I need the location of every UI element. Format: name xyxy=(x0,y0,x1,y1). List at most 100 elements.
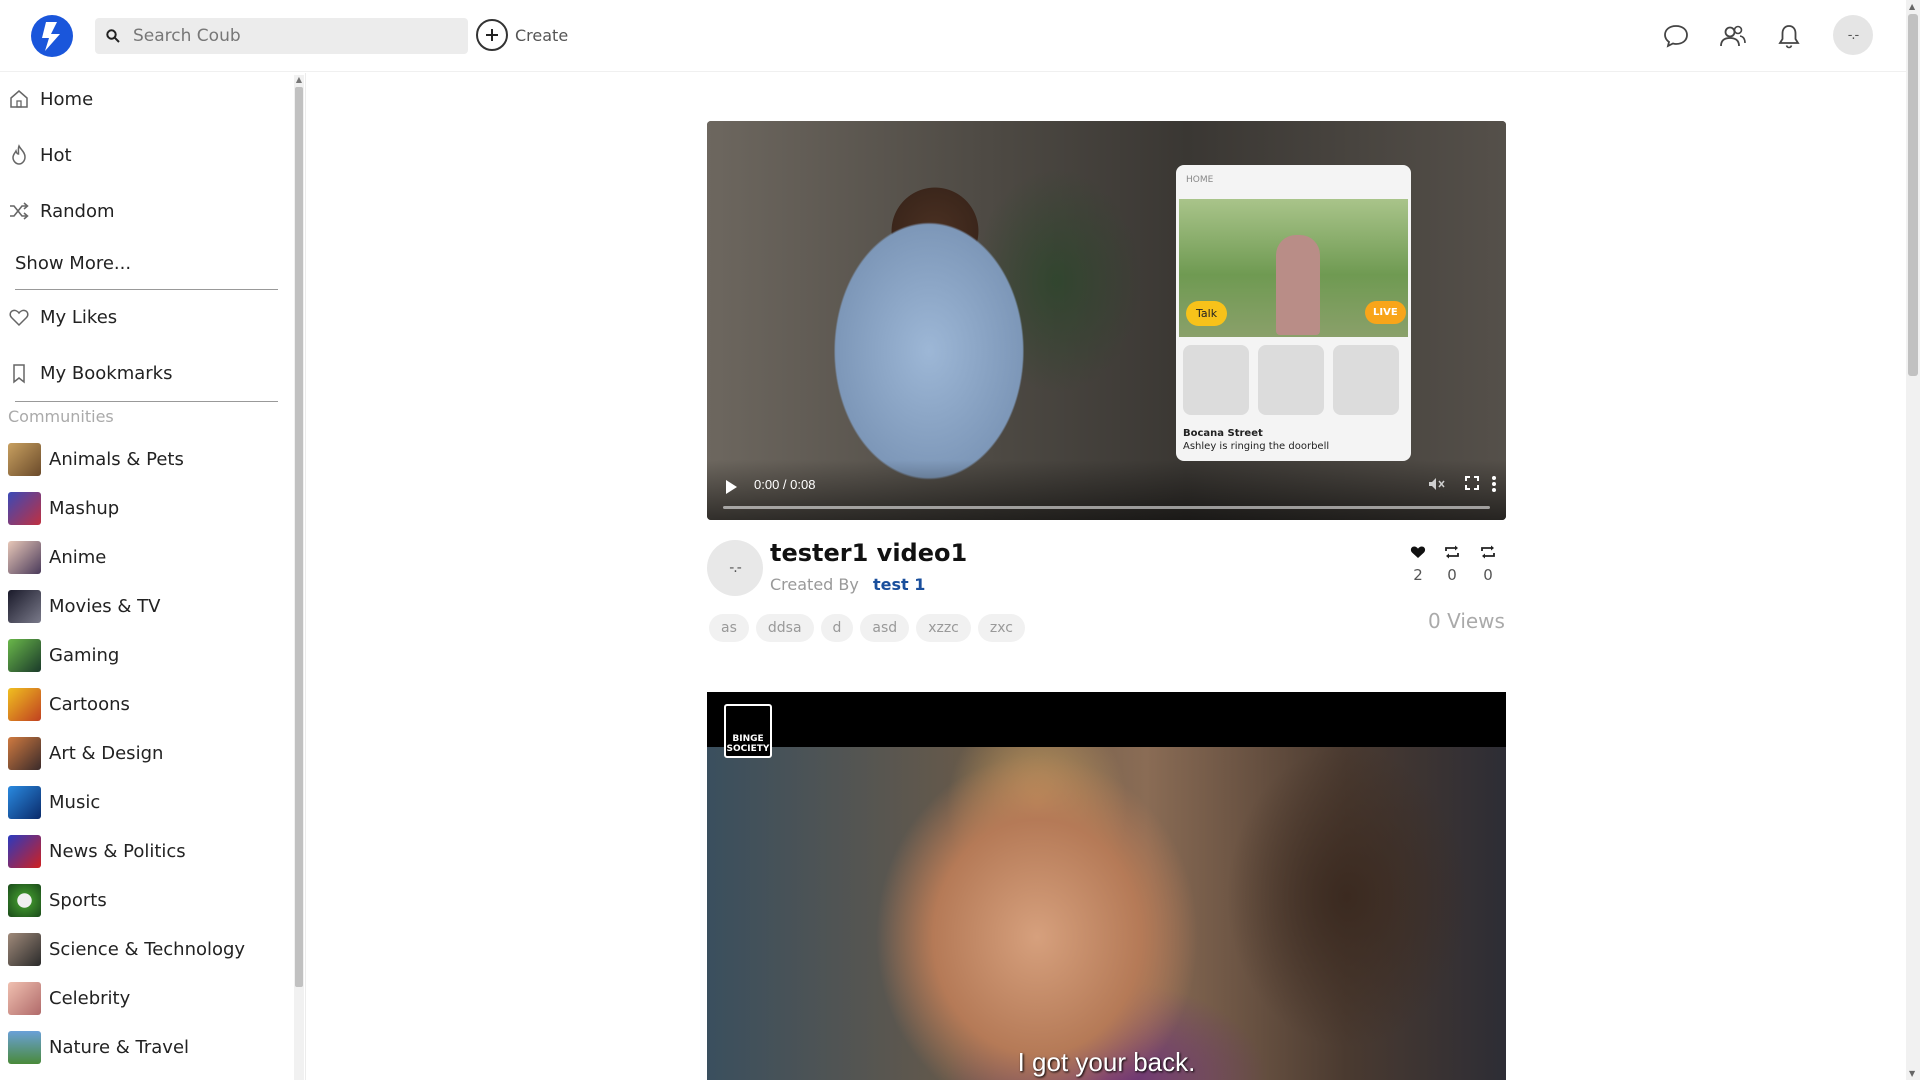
community-thumbnail xyxy=(8,590,41,623)
more-options-icon[interactable] xyxy=(1491,475,1497,497)
nav-hot[interactable]: Hot xyxy=(8,144,72,166)
friends-icon[interactable] xyxy=(1717,20,1749,52)
community-music[interactable]: Music xyxy=(8,786,100,819)
community-label: Animals & Pets xyxy=(49,449,184,470)
community-label: News & Politics xyxy=(49,841,186,862)
nav-random[interactable]: Random xyxy=(8,200,115,222)
community-thumbnail xyxy=(8,688,41,721)
play-icon[interactable] xyxy=(726,480,737,494)
tag-chip[interactable]: zxc xyxy=(977,614,1025,642)
tag-chip[interactable]: as xyxy=(709,614,749,642)
bookmark-icon xyxy=(13,364,25,384)
community-gaming[interactable]: Gaming xyxy=(8,639,119,672)
like-count: 2 xyxy=(1413,566,1423,584)
card-tile xyxy=(1258,345,1324,415)
sidebar-scrollbar[interactable]: ▲ xyxy=(294,75,304,1080)
community-cartoons[interactable]: Cartoons xyxy=(8,688,130,721)
community-label: Art & Design xyxy=(49,743,164,764)
card-tile xyxy=(1333,345,1399,415)
scroll-down-arrow-icon[interactable]: ▼ xyxy=(1909,1069,1915,1078)
community-news-politics[interactable]: News & Politics xyxy=(8,835,186,868)
community-thumbnail xyxy=(8,1031,41,1064)
community-thumbnail xyxy=(8,884,41,917)
tag-list: as ddsa d asd xzzc zxc xyxy=(709,614,1025,642)
nav-home[interactable]: Home xyxy=(8,88,93,110)
sidebar-scrollbar-thumb[interactable] xyxy=(295,87,303,987)
post-author-avatar[interactable]: -.- xyxy=(707,540,763,596)
tag-chip[interactable]: asd xyxy=(860,614,910,642)
community-label: Gaming xyxy=(49,645,120,666)
recoub-stat[interactable]: 0 xyxy=(1440,544,1464,584)
search-bar[interactable] xyxy=(95,18,468,54)
volume-icon[interactable] xyxy=(1427,475,1445,497)
heart-icon xyxy=(9,309,29,327)
like-stat[interactable]: 2 xyxy=(1406,544,1430,584)
create-button[interactable]: Create xyxy=(476,19,568,51)
show-more-link[interactable]: Show More... xyxy=(15,253,131,274)
nav-home-label: Home xyxy=(40,88,94,110)
card-street-text: Bocana Street Ashley is ringing the door… xyxy=(1183,427,1329,453)
video-caption: I got your back. xyxy=(1017,1047,1196,1077)
nav-hot-label: Hot xyxy=(40,144,72,166)
nav-random-label: Random xyxy=(40,200,115,222)
community-thumbnail xyxy=(8,835,41,868)
fullscreen-icon[interactable] xyxy=(1464,475,1480,495)
shuffle-icon xyxy=(10,202,29,220)
community-animals-pets[interactable]: Animals & Pets xyxy=(8,443,184,476)
tag-chip[interactable]: d xyxy=(820,614,854,642)
community-label: Movies & TV xyxy=(49,596,161,617)
tag-chip[interactable]: ddsa xyxy=(755,614,814,642)
post-video-player[interactable]: HOME Talk LIVE Bocana Street Ashley is r… xyxy=(707,121,1506,520)
bell-icon[interactable] xyxy=(1773,20,1805,52)
community-thumbnail xyxy=(8,786,41,819)
top-header: Create -.- xyxy=(0,0,1906,72)
view-count: 0 Views xyxy=(1428,609,1505,633)
community-sports[interactable]: Sports xyxy=(8,884,107,917)
tag-chip[interactable]: xzzc xyxy=(916,614,971,642)
user-avatar[interactable]: -.- xyxy=(1833,15,1873,55)
share-stat[interactable]: 0 xyxy=(1476,544,1500,584)
card-tile xyxy=(1183,345,1249,415)
community-mashup[interactable]: Mashup xyxy=(8,492,119,525)
post-title[interactable]: tester1 video1 xyxy=(770,539,967,567)
video-doorbell-card: HOME Talk LIVE Bocana Street Ashley is r… xyxy=(1176,165,1411,461)
community-nature-travel[interactable]: Nature & Travel xyxy=(8,1031,189,1064)
share-count: 0 xyxy=(1483,566,1493,584)
scroll-up-arrow-icon[interactable]: ▲ xyxy=(1909,2,1915,11)
community-label: Cartoons xyxy=(49,694,130,715)
community-label: Sports xyxy=(49,890,107,911)
chat-icon[interactable] xyxy=(1660,20,1692,52)
create-label: Create xyxy=(515,25,569,45)
search-input[interactable] xyxy=(133,26,453,46)
page-scrollbar-thumb[interactable] xyxy=(1908,14,1918,376)
community-anime[interactable]: Anime xyxy=(8,541,106,574)
post-video-player[interactable]: BINGE SOCIETY I got your back. xyxy=(707,692,1506,1080)
video-progress-bar[interactable] xyxy=(723,506,1490,509)
flame-icon xyxy=(12,144,26,165)
creator-link[interactable]: test 1 xyxy=(873,575,925,594)
community-thumbnail xyxy=(8,541,41,574)
community-thumbnail xyxy=(8,982,41,1015)
nav-my-bookmarks[interactable]: My Bookmarks xyxy=(8,362,172,384)
community-art-design[interactable]: Art & Design xyxy=(8,737,163,770)
card-talk-button: Talk xyxy=(1186,301,1228,326)
scroll-up-arrow-icon[interactable]: ▲ xyxy=(295,75,303,84)
nav-my-likes[interactable]: My Likes xyxy=(8,306,117,328)
created-by-label: Created By xyxy=(770,575,859,594)
card-street-name: Bocana Street xyxy=(1183,428,1263,439)
coub-logo[interactable] xyxy=(31,15,73,57)
community-movies-tv[interactable]: Movies & TV xyxy=(8,590,160,623)
community-thumbnail xyxy=(8,443,41,476)
video-time: 0:00 / 0:08 xyxy=(754,477,816,492)
home-icon xyxy=(10,90,28,108)
logo-icon xyxy=(42,22,60,51)
search-icon xyxy=(95,29,131,43)
community-science-technology[interactable]: Science & Technology xyxy=(8,933,245,966)
page-scrollbar[interactable]: ▲ ▼ xyxy=(1906,0,1920,1080)
community-celebrity[interactable]: Celebrity xyxy=(8,982,130,1015)
card-live-badge: LIVE xyxy=(1365,301,1406,324)
community-thumbnail xyxy=(8,933,41,966)
sidebar-divider xyxy=(15,401,278,402)
recoub-count: 0 xyxy=(1447,566,1457,584)
recoub-icon xyxy=(1445,545,1459,559)
